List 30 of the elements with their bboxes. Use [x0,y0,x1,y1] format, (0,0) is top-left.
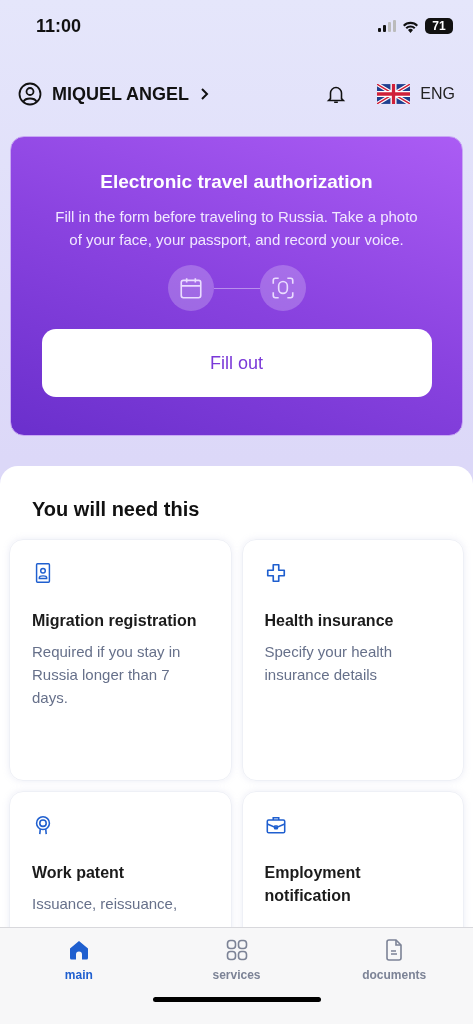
flag-icon[interactable] [377,84,411,104]
status-time: 11:00 [36,15,82,37]
promo-text: Fill in the form before traveling to Russia. Take a photo of your face, your passport, and record your voice. [54,207,419,250]
requirement-card[interactable]: Migration registration Required if you stay in Russia longer than 7 days. [9,539,232,781]
grid-icon [224,938,249,962]
battery-level: 71 [425,18,453,34]
user-icon[interactable] [18,82,42,106]
tab-bar-item[interactable]: documents [315,928,473,983]
requirement-card[interactable]: Health insurance Specify your health insurance details [241,539,464,781]
briefcase-icon [264,814,287,836]
language-label[interactable]: ENG [420,85,455,103]
tab-bar-item[interactable]: main [0,928,158,983]
chevron-right-icon[interactable] [199,87,209,101]
card-title: Migration registration [32,611,198,631]
card-description: Issuance, reissuance, [32,894,179,914]
section-title: You will need this [32,498,201,521]
user-name[interactable]: MIQUEL ANGEL [52,83,189,105]
card-title: Work patent [32,863,126,883]
fill-out-button[interactable]: Fill out [41,329,432,397]
card-title: Health insurance [264,611,395,631]
signal-icon [378,20,396,32]
face-scan-icon [259,265,306,311]
calendar-icon [167,265,214,311]
card-description: Required if you stay in Russia longer than 7 days. [32,642,182,708]
medical-cross-icon [264,562,287,584]
wifi-icon [402,19,419,33]
card-description: Specify your health insurance details [264,642,394,685]
card-title: Employment notification [264,863,362,906]
tab-bar-item[interactable]: services [157,928,316,983]
promo-title: Electronic travel authorization [100,171,373,193]
